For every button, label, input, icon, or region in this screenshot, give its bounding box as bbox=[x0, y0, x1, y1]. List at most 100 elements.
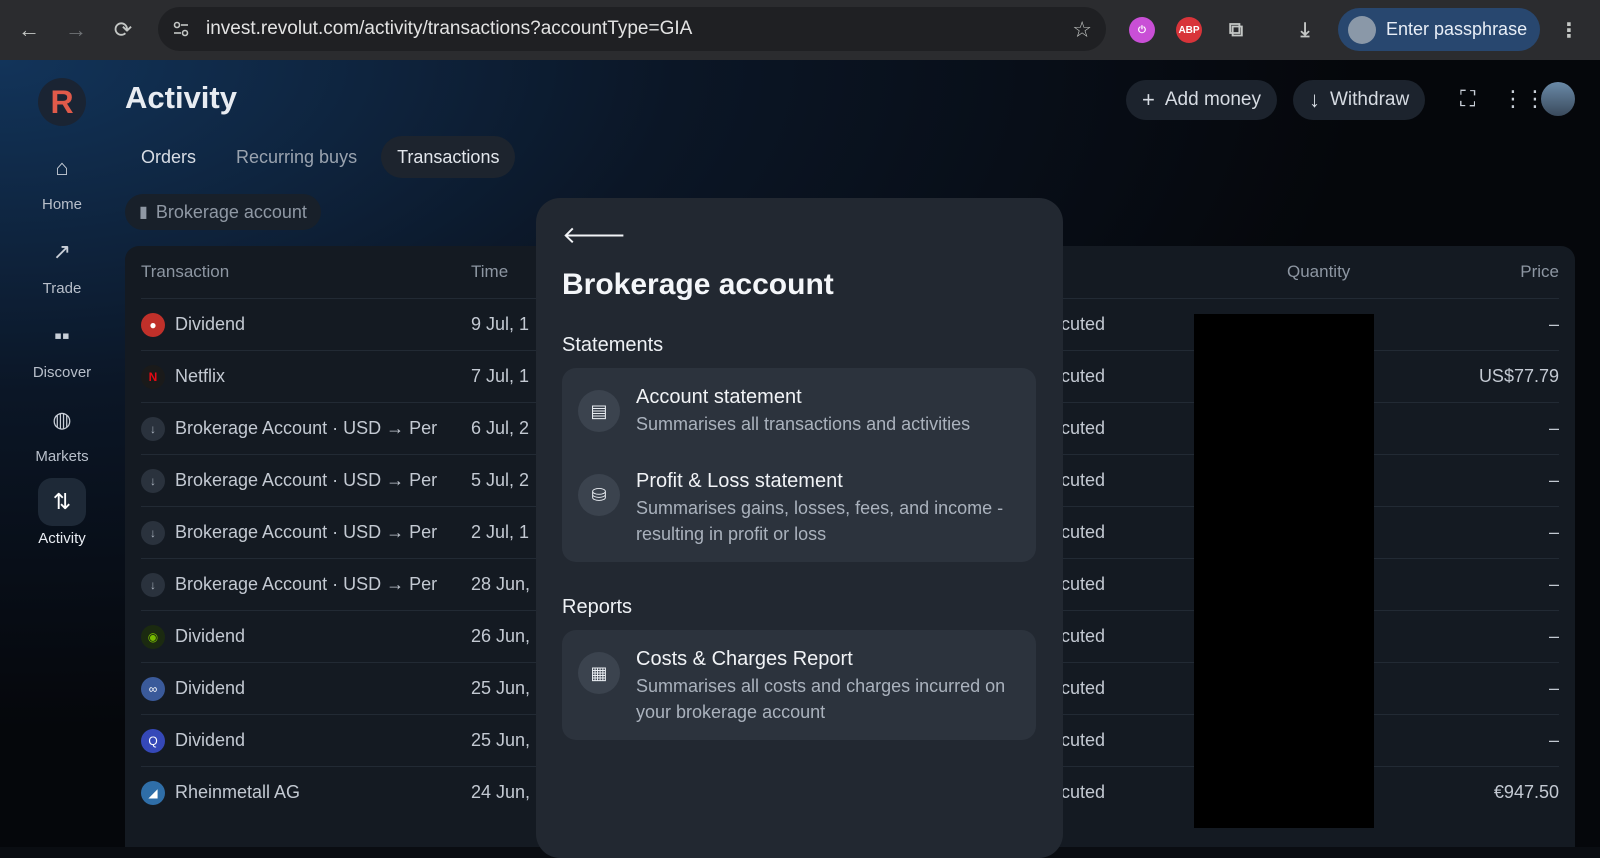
arrow-down-icon: ↓ bbox=[141, 469, 165, 493]
reports-card: ▦ Costs & Charges Report Summarises all … bbox=[562, 630, 1036, 740]
adblock-extension-icon[interactable]: ABP bbox=[1176, 17, 1202, 43]
plus-icon: + bbox=[1142, 87, 1155, 112]
profile-avatar bbox=[1348, 15, 1376, 44]
passphrase-label: Enter passphrase bbox=[1386, 19, 1528, 39]
adblock-label: ABP bbox=[1178, 24, 1200, 36]
apps-grid-icon[interactable]: ⋮⋮ bbox=[1502, 86, 1546, 112]
power-extension-icon[interactable]: ⏻ bbox=[1129, 17, 1155, 43]
bookmark-star-icon[interactable]: ☆ bbox=[1072, 17, 1092, 43]
item-title: Profit & Loss statement bbox=[636, 470, 843, 492]
tx-price: €947.50 bbox=[1493, 782, 1559, 802]
stock-logo-icon: ● bbox=[141, 313, 165, 337]
sidebar-item-label: Trade bbox=[42, 280, 82, 297]
sidebar: R ⌂ Home ↗ Trade ▪▪ Discover ◍ Markets ⇅… bbox=[0, 60, 124, 847]
arrow-down-icon: ↓ bbox=[141, 521, 165, 545]
qualcomm-logo-icon: Q bbox=[141, 729, 165, 753]
sidebar-item-label: Discover bbox=[32, 364, 92, 381]
download-icon[interactable]: ⤓ bbox=[1292, 17, 1318, 43]
tx-time: 26 Jun, bbox=[471, 626, 531, 646]
netflix-logo-icon: N bbox=[141, 365, 165, 389]
tx-name: Dividend bbox=[175, 678, 246, 698]
grid-icon: ▪▪ bbox=[54, 323, 70, 348]
sidebar-item-trade[interactable]: ↗ Trade bbox=[0, 228, 124, 297]
tx-status: cuted bbox=[1061, 314, 1106, 334]
report-document-icon: ▦ bbox=[578, 652, 620, 694]
tx-status: cuted bbox=[1061, 366, 1106, 386]
pnl-statement-item[interactable]: ⛁ Profit & Loss statement Summarises gai… bbox=[562, 454, 1036, 562]
withdraw-button[interactable]: ↓ Withdraw bbox=[1293, 80, 1426, 120]
sidebar-item-home[interactable]: ⌂ Home bbox=[0, 144, 124, 213]
document-chart-icon: ▤ bbox=[578, 390, 620, 432]
header-price[interactable]: Price bbox=[1520, 262, 1559, 282]
tx-name: Dividend bbox=[175, 314, 246, 334]
item-desc: Summarises all transactions and activiti… bbox=[636, 414, 971, 434]
tx-status: cuted bbox=[1061, 470, 1106, 490]
address-bar[interactable]: invest.revolut.com/activity/transactions… bbox=[158, 7, 1106, 51]
tx-price: – bbox=[1548, 574, 1559, 594]
tx-price: – bbox=[1548, 730, 1559, 750]
tx-time: 7 Jul, 1 bbox=[471, 366, 530, 386]
tx-price: – bbox=[1548, 626, 1559, 646]
tx-status: cuted bbox=[1061, 626, 1106, 646]
reload-icon[interactable]: ⟳ bbox=[108, 15, 138, 45]
header-quantity[interactable]: Quantity bbox=[1287, 262, 1350, 282]
sidebar-item-label: Home bbox=[41, 196, 82, 213]
arrow-down-icon: ↓ bbox=[141, 573, 165, 597]
swap-arrows-icon: ⇅ bbox=[38, 478, 86, 526]
header-time[interactable]: Time bbox=[471, 262, 508, 282]
revolut-logo[interactable]: R bbox=[38, 78, 86, 126]
add-money-label: Add money bbox=[1164, 89, 1261, 110]
tx-time: 24 Jun, bbox=[471, 782, 531, 802]
tx-time: 25 Jun, bbox=[471, 678, 531, 698]
url-text[interactable]: invest.revolut.com/activity/transactions… bbox=[206, 18, 692, 40]
tx-price: – bbox=[1548, 522, 1559, 542]
nvidia-logo-icon: ◉ bbox=[141, 625, 165, 649]
sidebar-item-markets[interactable]: ◍ Markets bbox=[0, 396, 124, 465]
tx-name: Brokerage Account · USD → Per bbox=[175, 470, 438, 490]
fullscreen-icon[interactable]: ⛶ bbox=[1460, 86, 1475, 112]
trend-up-icon: ↗ bbox=[52, 239, 72, 264]
passphrase-button[interactable]: Enter passphrase bbox=[1338, 8, 1540, 51]
tx-price: US$77.79 bbox=[1478, 366, 1559, 386]
tx-name: Brokerage Account · USD → Per bbox=[175, 522, 438, 542]
tab-recurring-buys[interactable]: Recurring buys bbox=[220, 136, 373, 178]
tx-time: 5 Jul, 2 bbox=[471, 470, 530, 490]
user-avatar[interactable] bbox=[1541, 82, 1575, 116]
tx-status: cuted bbox=[1061, 574, 1106, 594]
tx-status: cuted bbox=[1061, 782, 1106, 802]
forward-arrow-icon[interactable]: → bbox=[61, 15, 91, 45]
tx-price: – bbox=[1548, 470, 1559, 490]
redacted-quantity-column bbox=[1194, 314, 1374, 828]
tab-orders[interactable]: Orders bbox=[125, 136, 212, 178]
tx-price: – bbox=[1548, 418, 1559, 438]
tx-time: 9 Jul, 1 bbox=[471, 314, 530, 334]
site-settings-icon[interactable] bbox=[168, 16, 194, 42]
costs-charges-report-item[interactable]: ▦ Costs & Charges Report Summarises all … bbox=[562, 630, 1036, 740]
add-money-button[interactable]: + Add money bbox=[1126, 80, 1277, 120]
account-filter-chip[interactable]: ▮ Brokerage account bbox=[125, 194, 321, 230]
tx-name: Dividend bbox=[175, 626, 246, 646]
tx-name: Netflix bbox=[175, 366, 226, 386]
sidebar-item-label: Markets bbox=[35, 448, 89, 465]
tx-time: 6 Jul, 2 bbox=[471, 418, 530, 438]
brokerage-account-modal: 🡐 Brokerage account Statements ▤ Account… bbox=[536, 198, 1063, 858]
tx-name: Dividend bbox=[175, 730, 246, 750]
account-statement-item[interactable]: ▤ Account statement Summarises all trans… bbox=[562, 368, 1036, 454]
sidebar-item-activity[interactable]: ⇅ Activity bbox=[0, 478, 124, 547]
kebab-menu-icon[interactable]: ⋮ bbox=[1556, 17, 1582, 43]
back-arrow-icon[interactable]: 🡐 bbox=[562, 220, 626, 250]
rheinmetall-logo-icon: ◢ bbox=[141, 781, 165, 805]
tx-status: cuted bbox=[1061, 522, 1106, 542]
browser-toolbar: ← → ⟳ invest.revolut.com/activity/transa… bbox=[0, 0, 1600, 60]
tx-price: – bbox=[1548, 678, 1559, 698]
tx-status: cuted bbox=[1061, 678, 1106, 698]
sidebar-item-discover[interactable]: ▪▪ Discover bbox=[0, 312, 124, 381]
header-transaction[interactable]: Transaction bbox=[141, 262, 229, 282]
back-arrow-icon[interactable]: ← bbox=[14, 15, 44, 45]
sidebar-item-label: Activity bbox=[38, 530, 86, 547]
tab-transactions[interactable]: Transactions bbox=[381, 136, 516, 178]
withdraw-label: Withdraw bbox=[1330, 89, 1410, 110]
extensions-puzzle-icon[interactable]: ⧉ bbox=[1223, 17, 1249, 43]
tx-time: 2 Jul, 1 bbox=[471, 522, 530, 542]
page-title: Activity bbox=[125, 80, 237, 115]
